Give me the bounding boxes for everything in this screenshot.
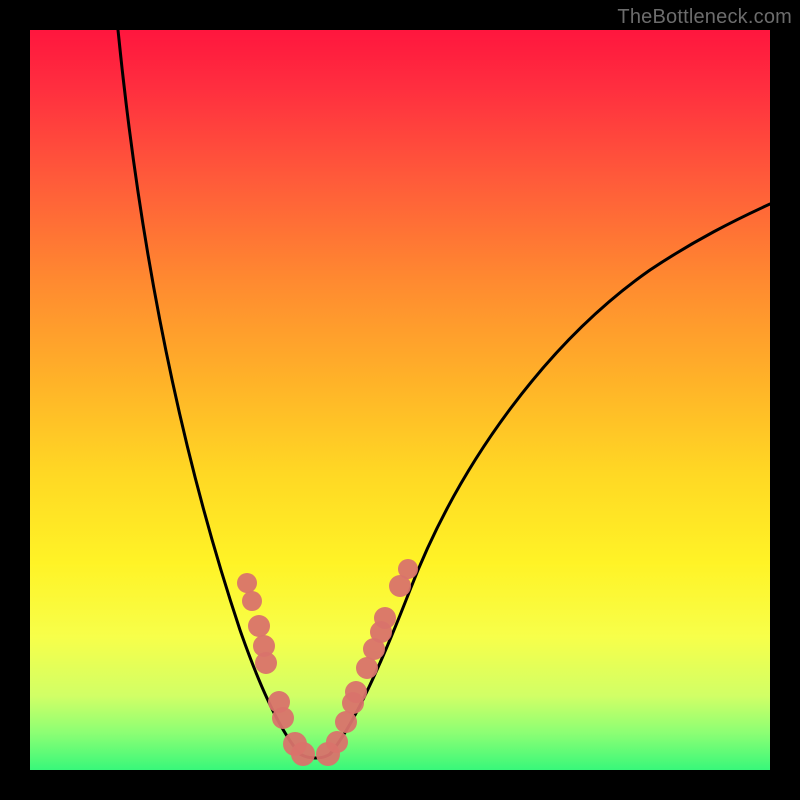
chart-frame: TheBottleneck.com: [0, 0, 800, 800]
marker-point: [335, 711, 357, 733]
marker-point: [345, 681, 367, 703]
marker-point: [237, 573, 257, 593]
marker-point: [374, 607, 396, 629]
marker-point: [255, 652, 277, 674]
watermark-text: TheBottleneck.com: [617, 6, 792, 29]
chart-svg: [30, 30, 770, 770]
curve-right-arm: [330, 204, 770, 754]
marker-point: [248, 615, 270, 637]
marker-point: [291, 742, 315, 766]
marker-point: [356, 657, 378, 679]
marker-point: [326, 731, 348, 753]
marker-point: [242, 591, 262, 611]
marker-point: [272, 707, 294, 729]
marker-point: [398, 559, 418, 579]
plot-area: [30, 30, 770, 770]
